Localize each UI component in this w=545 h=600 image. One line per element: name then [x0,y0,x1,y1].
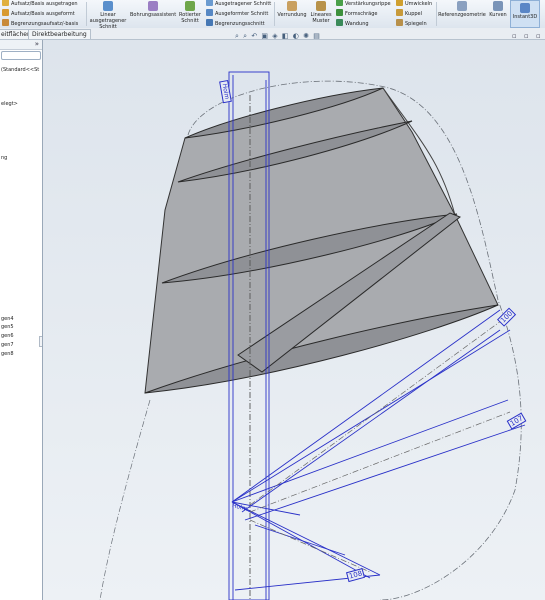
linear-pattern-icon [316,1,326,11]
draft-button[interactable]: Formschräge [336,9,378,17]
tab-direct-edit[interactable]: Direktbearbeitung [28,29,91,39]
ribbon-separator [86,2,87,26]
appearance-icon[interactable]: ✺ [303,32,310,40]
display-style-icon[interactable]: ◧ [282,32,290,40]
revolve-cut-icon [185,1,195,11]
ribbon-toolbar: Aufsatz/Basis ausgetragen Aufsatz/Basis … [0,0,545,30]
rib-icon [336,0,343,6]
lofted-cut-icon [206,9,213,16]
feature-manager-tree: » (Standard<<St elegt> ng gen4 gen5 gen6… [0,40,43,600]
construction-line [249,411,511,513]
sketch-line [231,501,371,579]
tree-item-body[interactable]: gen5 [1,324,14,330]
dome-icon [396,9,403,16]
restore-icon[interactable]: ▫ [524,32,529,40]
lofted-cut-button[interactable]: Ausgeformter Schnitt [206,9,268,17]
tree-item[interactable]: ng [1,155,7,161]
rib-button[interactable]: Verstärkungsrippe [336,0,391,7]
boundary-cut-icon [206,19,213,26]
boundary-cut-button[interactable]: Begrenzungsschnitt [206,19,265,27]
previous-view-icon[interactable]: ↶ [251,32,258,40]
wrap-icon [396,0,403,6]
sketch-line [231,399,509,503]
tree-item-body[interactable]: gen6 [1,333,14,339]
extrude-icon [2,0,9,6]
sketch-line [231,501,381,576]
scene-icon[interactable]: ▤ [313,32,321,40]
zoom-area-icon[interactable]: ⌕ [243,32,248,40]
minimize-icon[interactable]: ▫ [512,32,517,40]
construction-line [249,519,371,573]
tree-item-configuration[interactable]: (Standard<<St [1,67,39,73]
curves-icon [493,1,503,11]
cut-extrude-icon [103,1,113,11]
shell-button[interactable]: Wandung [336,19,369,27]
tree-item-body[interactable]: gen4 [1,316,14,322]
view-orientation-icon[interactable]: ◈ [272,32,278,40]
tree-filter-input[interactable] [1,51,41,60]
linear-cut-button[interactable]: Linear ausgetragener Schnitt [88,1,128,30]
boundary-icon [2,19,9,26]
mirror-button[interactable]: Spiegeln [396,19,427,27]
tree-item-body[interactable]: gen8 [1,351,14,357]
curves-button[interactable]: Kurven [488,1,508,18]
linear-pattern-button[interactable]: Lineares Muster [309,1,333,24]
centerline [99,399,151,600]
wrap-button[interactable]: Umwickeln [396,0,432,7]
model-viewport [99,71,526,600]
instant3d-icon [520,3,530,13]
revolved-cut-button[interactable]: Rotierter Schnitt [177,1,203,24]
sweep-icon [2,9,9,16]
ribbon-separator [274,2,275,26]
swept-cut-button[interactable]: Ausgetragener Schnitt [206,0,271,7]
tree-item-body[interactable]: gen7 [1,342,14,348]
shell-icon [336,19,343,26]
hole-wizard-button[interactable]: Bohrungsassistent [130,1,176,18]
tree-item-material[interactable]: elegt> [1,101,18,107]
zoom-fit-icon[interactable]: ⌕ [235,32,240,40]
dome-button[interactable]: Kuppel [396,9,422,17]
swept-boss-button[interactable]: Aufsatz/Basis ausgeformt [2,9,75,17]
extrude-boss-button[interactable]: Aufsatz/Basis ausgetragen [2,0,78,7]
sketch-line [254,524,346,556]
hide-show-icon[interactable]: ◐ [293,32,300,40]
reference-geometry-icon [457,1,467,11]
graphics-area[interactable]: Holm Holm 100 107 108 [43,40,545,600]
fillet-button[interactable]: Verrundung [276,1,308,18]
swept-cut-icon [206,0,213,6]
tree-header: » [0,40,42,50]
close-icon[interactable]: ▫ [536,32,541,40]
hole-wizard-icon [148,1,158,11]
boundary-boss-button[interactable]: Begrenzungsaufsatz/-basis [2,19,78,27]
section-view-icon[interactable]: ▣ [261,32,269,40]
expand-chevron-icon[interactable]: » [35,40,39,48]
fillet-icon [287,1,297,11]
sketch-line [244,424,526,521]
ribbon-separator [436,2,437,26]
reference-geometry-button[interactable]: Referenzgeometrie [438,1,486,18]
instant3d-button[interactable]: Instant3D [510,0,540,28]
mirror-icon [396,19,403,26]
draft-icon [336,9,343,16]
